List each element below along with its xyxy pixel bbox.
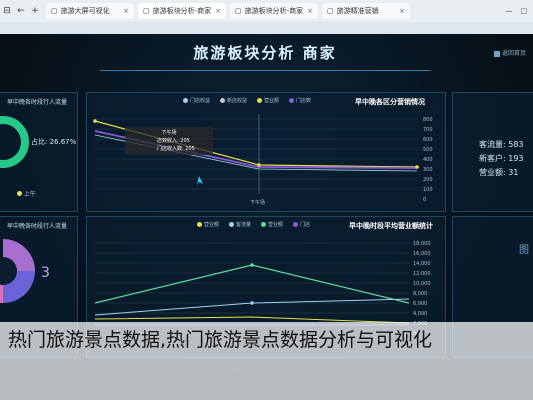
legend-item: 门店 [293,221,310,228]
data-point [415,165,419,169]
maximize-icon[interactable]: □ [520,7,527,15]
close-icon[interactable]: × [215,7,221,15]
close-icon[interactable]: × [399,7,405,15]
tab-title: 旅游精准营销 [336,7,379,15]
tooltip: 下午场 店效收入: 205 门店收入数: 205 [125,127,213,155]
center-top-panel: 门店收益 新店收益 营业额 门店数 早中晚各区分营销情况 下午场 店效收入: 2… [86,92,446,212]
chart-icon: 图 [519,245,529,256]
home-link-label: 返回首页 [502,50,527,57]
data-point [93,119,97,123]
legend-item: 营业额 [197,221,219,228]
dashboard-title: 旅游板块分析 商家 [193,44,337,62]
title-decoration [100,64,430,71]
percent-label: 占比: 26.67% [31,138,77,146]
right-top-panel: 客流量: 583 新客户: 193 营业额: 31 [452,92,533,212]
tick-label: 400 [423,157,433,163]
legend-item: 客流量 [229,221,251,228]
tick-label: 300 [423,167,433,173]
tick-label: 800 [423,117,433,123]
tab-menu-icon[interactable]: ⊟ [0,6,14,16]
panel-title: 早中晚各区分营销情况 [355,98,425,106]
left-top-panel: 早中晚各时段行人流量 占比: 26.67% 上午 [0,92,78,212]
back-icon[interactable]: ← [14,6,28,16]
tick-label: 16,000 [413,251,431,257]
chart-legend: 门店收益 新店收益 营业额 门店数 [183,97,311,104]
tick-label: 8,000 [413,291,428,297]
donut-chart [0,116,29,168]
address-bar[interactable] [0,22,533,34]
data-point [250,301,254,305]
x-axis-label: 下午场 [250,200,266,206]
tick-label: 12,000 [413,271,431,277]
legend-item: 门店数 [289,97,311,104]
tab-title: 旅游板块分析-商家 [152,7,212,15]
page-icon: ▢ [235,7,242,15]
legend-item: 营业额 [257,97,279,104]
window-controls: — □ [505,7,533,15]
stat-item: 客流量: 583 [479,140,524,149]
minimize-icon[interactable]: — [505,7,512,15]
close-icon[interactable]: × [307,7,313,15]
page-icon: ▢ [51,7,58,15]
stat-item: 新客户: 193 [479,154,524,163]
legend-item: 门店收益 [183,97,210,104]
legend-item: 新店收益 [220,97,247,104]
legend-item: 上午 [17,189,36,198]
browser-tab-1[interactable]: ▢ 旅游大屏可视化 × [46,3,134,19]
big-value: 3 [41,265,50,281]
close-icon[interactable]: × [123,7,129,15]
tooltip-line: 店效收入: 205 [157,138,190,144]
stat-item: 营业额: 31 [479,168,519,177]
legend-item: 营业额 [261,221,283,228]
home-icon [494,50,500,57]
cursor-icon [197,176,203,185]
tick-label: 14,000 [413,261,431,267]
tick-label: 600 [423,137,433,143]
tick-label: 6,000 [413,301,428,307]
tick-label: 200 [423,177,433,183]
browser-tab-3[interactable]: ▢ 旅游板块分析-商家 × [230,3,318,19]
data-point [257,163,261,167]
caption-overlay: 热门旅游景点数据,热门旅游景点数据分析与可视化 [0,322,533,400]
center-top-chart [93,114,419,194]
tick-label: 18,000 [413,241,431,247]
browser-tab-2[interactable]: ▢ 旅游板块分析-商家 × [138,3,226,19]
tick-label: 10,000 [413,281,431,287]
data-point [250,263,254,267]
y-axis-ticks: 800 700 600 500 400 300 200 100 0 [423,115,433,205]
page-icon: ▢ [143,7,150,15]
tooltip-title: 下午场 [161,130,177,136]
tick-label: 100 [423,187,433,193]
tick-label: 0 [423,197,427,203]
tick-label: 500 [423,147,433,153]
tab-title: 旅游板块分析-商家 [244,7,304,15]
chart-legend: 营业额 客流量 营业额 门店 [197,221,310,228]
panel-title: 早中晚时段平均营业额统计 [349,222,433,230]
new-tab-icon[interactable]: + [28,6,42,16]
browser-tab-4[interactable]: ▢ 旅游精准营销 × [322,3,410,19]
panel-title: 早中晚各时段行人流量 [7,99,68,106]
tooltip-line: 门店收入数: 205 [157,146,195,152]
browser-tab-bar: ⊟ ← + ▢ 旅游大屏可视化 × ▢ 旅游板块分析-商家 × ▢ 旅游板块分析… [0,0,533,23]
pie-chart [0,239,35,303]
panel-title: 早中晚各时段行人流量 [7,223,68,230]
home-link[interactable]: 返回首页 [494,48,526,57]
tab-title: 旅游大屏可视化 [60,7,110,15]
page-icon: ▢ [327,7,334,15]
tick-label: 700 [423,127,433,133]
series-line [94,264,410,304]
tick-label: 4,000 [413,311,428,317]
